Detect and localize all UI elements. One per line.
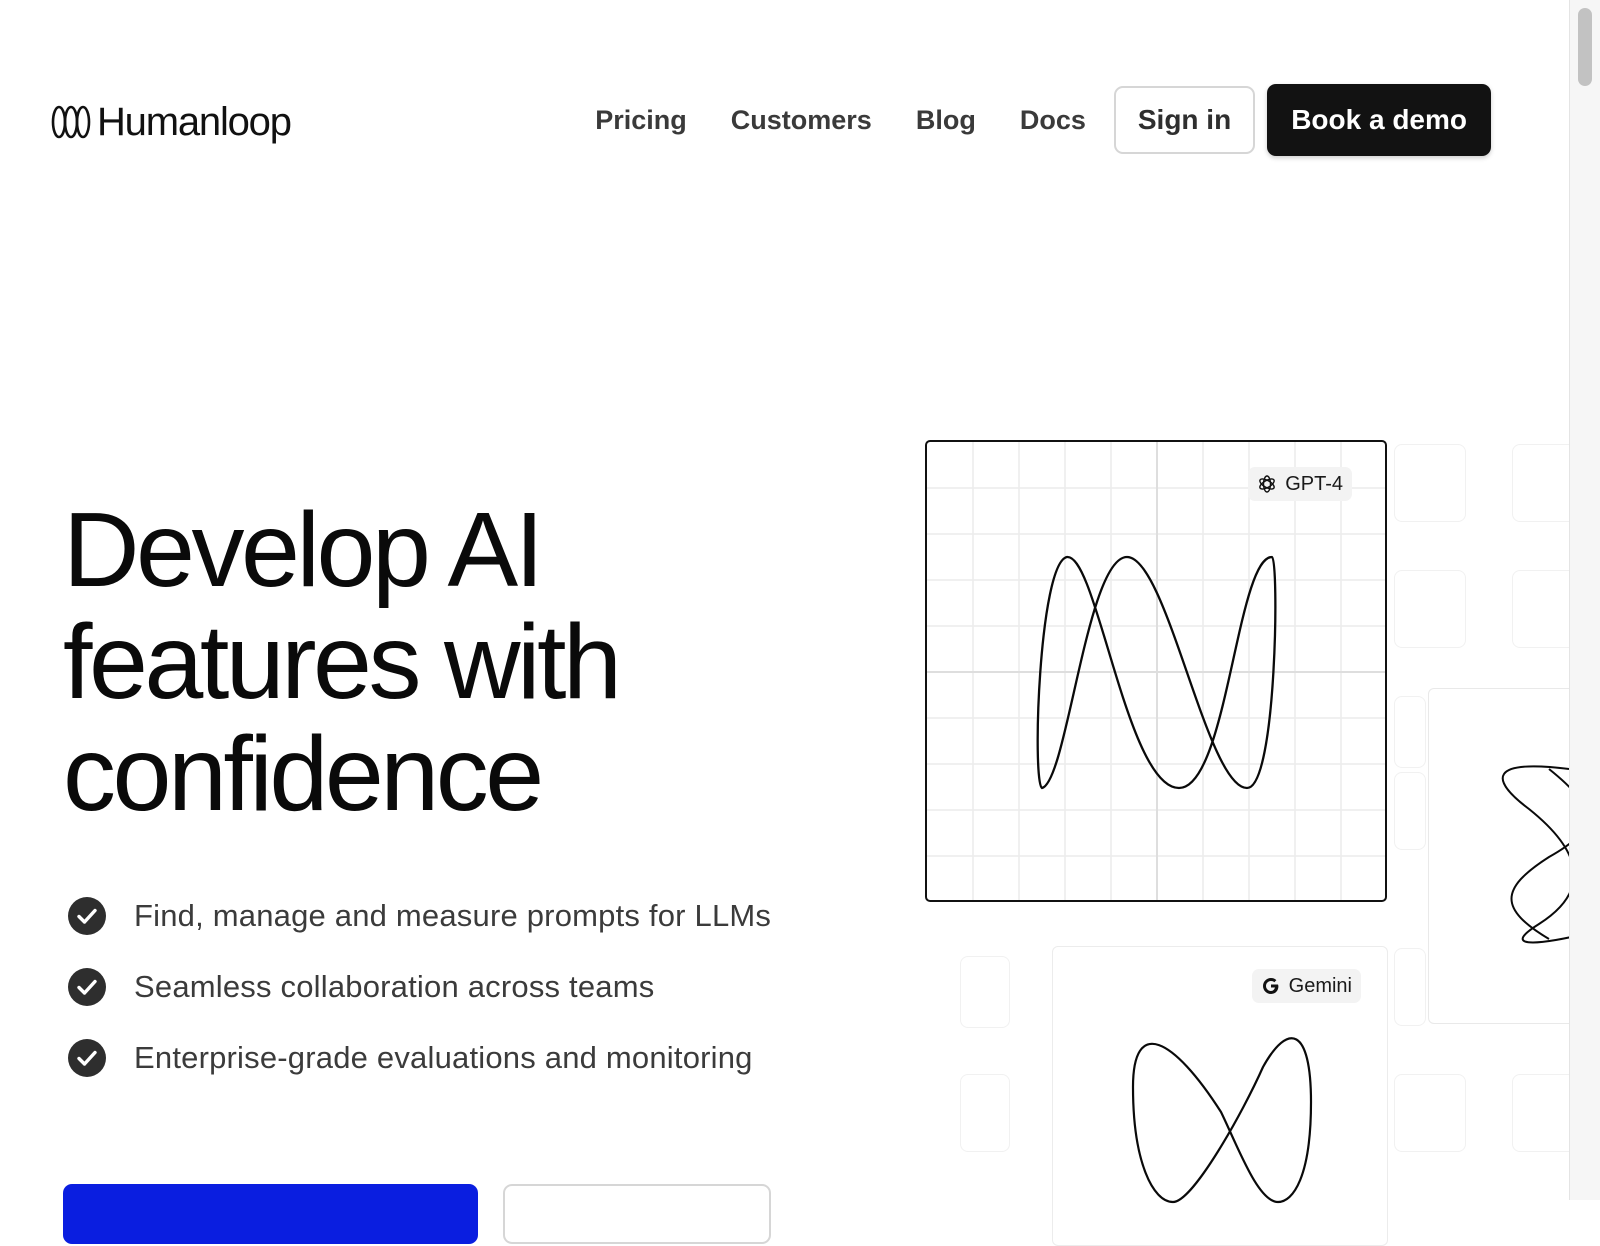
nav-customers-link[interactable]: Customers [731, 84, 872, 156]
nav-blog-link[interactable]: Blog [916, 84, 976, 156]
feature-item: Find, manage and measure prompts for LLM… [68, 894, 771, 938]
model-badge-gemini: Gemini [1251, 969, 1361, 1003]
background-tile [1394, 772, 1426, 850]
feature-item: Seamless collaboration across teams [68, 965, 771, 1009]
background-tile [1394, 696, 1426, 768]
gpt4-model-card: GPT-4 [925, 440, 1387, 902]
background-tile [1394, 948, 1426, 1026]
feature-list: Find, manage and measure prompts for LLM… [68, 894, 771, 1107]
openai-icon [1259, 475, 1276, 493]
book-demo-button[interactable]: Book a demo [1267, 84, 1491, 156]
model-name: Gemini [1288, 974, 1352, 997]
feature-item: Enterprise-grade evaluations and monitor… [68, 1036, 771, 1080]
secondary-cta-button[interactable] [503, 1184, 771, 1244]
check-circle-icon [68, 968, 106, 1006]
main-nav: Pricing Customers Blog Docs Sign in Book… [595, 84, 1491, 156]
check-circle-icon [68, 897, 106, 935]
sign-in-button[interactable]: Sign in [1113, 86, 1256, 154]
feature-text: Seamless collaboration across teams [134, 969, 655, 1004]
google-icon [1262, 978, 1279, 994]
check-circle-icon [68, 1039, 106, 1077]
humanloop-logo-icon [51, 105, 91, 139]
nav-pricing-link[interactable]: Pricing [595, 84, 687, 156]
background-tile [1394, 444, 1466, 522]
gemini-model-card: Gemini [1052, 946, 1388, 1246]
hero-title: Develop AI features with confidence [63, 491, 622, 833]
card-grid [927, 442, 1385, 900]
background-tile [960, 1074, 1010, 1152]
feature-text: Enterprise-grade evaluations and monitor… [134, 1040, 753, 1075]
background-tile [1394, 1074, 1466, 1152]
feature-text: Find, manage and measure prompts for LLM… [134, 898, 772, 933]
brand-name: Humanloop [97, 100, 292, 144]
scrollbar-thumb[interactable] [1578, 8, 1592, 86]
nav-docs-link[interactable]: Docs [1020, 84, 1086, 156]
background-tile [1394, 570, 1466, 648]
site-header: Humanloop Pricing Customers Blog Docs Si… [0, 0, 1568, 240]
model-name: GPT-4 [1285, 472, 1343, 495]
page-scrollbar[interactable] [1569, 0, 1600, 1200]
background-tile [960, 956, 1010, 1028]
brand-logo[interactable]: Humanloop [51, 100, 292, 144]
primary-cta-button[interactable] [63, 1184, 478, 1244]
model-badge-gpt4: GPT-4 [1248, 467, 1352, 501]
